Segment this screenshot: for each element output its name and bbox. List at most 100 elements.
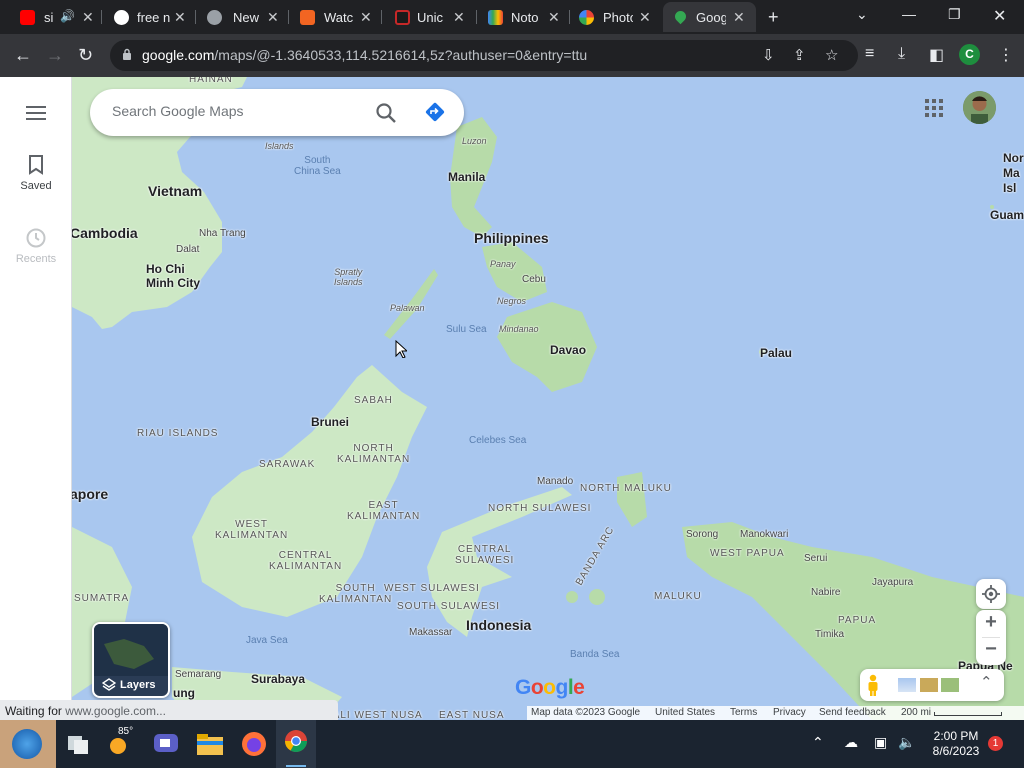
volume-icon[interactable]: 🔈 <box>898 734 915 751</box>
show-hidden-icons-chevron-icon[interactable]: ⌃ <box>812 734 824 751</box>
google-apps-icon[interactable] <box>924 98 944 118</box>
sidebar-item-saved[interactable]: Saved <box>0 155 72 192</box>
url-field[interactable]: google.com/maps/@-1.3640533,114.5216614,… <box>110 40 858 71</box>
task-view-icon[interactable] <box>62 728 94 760</box>
install-icon[interactable]: ⇩ <box>762 46 775 64</box>
file-explorer-icon[interactable] <box>194 728 226 760</box>
zoom-out-button[interactable]: − <box>976 638 1006 661</box>
profile-avatar[interactable]: C <box>959 44 980 65</box>
map-label-brunei[interactable]: Brunei <box>311 415 349 429</box>
firefox-icon[interactable] <box>238 728 270 760</box>
tab-youtube[interactable]: si 🔊 ✕ <box>0 2 100 32</box>
tab-google-maps[interactable]: Goog ✕ <box>663 2 756 32</box>
close-window-icon[interactable]: ✕ <box>993 6 1006 26</box>
map-label-cambodia[interactable]: Cambodia <box>72 225 138 241</box>
notification-badge[interactable]: 1 <box>988 736 1003 751</box>
back-icon[interactable]: ← <box>14 45 32 66</box>
map-label-manado[interactable]: Manado <box>537 476 573 487</box>
account-avatar[interactable] <box>963 91 996 124</box>
map-label-palau[interactable]: Palau <box>760 346 792 360</box>
tab-new[interactable]: New ✕ <box>197 2 287 32</box>
network-icon[interactable]: ▣ <box>874 734 887 751</box>
map-label-philippines[interactable]: Philippines <box>474 230 549 246</box>
expand-chevron-icon[interactable]: ⌃ <box>980 673 993 691</box>
chrome-taskbar-item[interactable] <box>276 720 316 768</box>
tab-photos[interactable]: Photo ✕ <box>571 2 661 32</box>
map-label-northern-mariana-islands[interactable]: Nor Ma Isl <box>1003 151 1024 196</box>
zoom-in-button[interactable]: + <box>976 611 1006 634</box>
hamburger-menu-icon[interactable] <box>26 106 46 120</box>
close-icon[interactable]: ✕ <box>82 9 94 26</box>
map-label-jayapura[interactable]: Jayapura <box>872 577 913 588</box>
map-label-manokwari[interactable]: Manokwari <box>740 529 788 540</box>
kebab-menu-icon[interactable]: ⋮ <box>998 45 1014 65</box>
directions-icon[interactable] <box>424 101 446 123</box>
status-bubble: Waiting for www.google.com... <box>0 700 338 720</box>
onedrive-offline-icon[interactable]: ☁ <box>844 734 858 751</box>
map-label-jung[interactable]: ung <box>173 686 195 700</box>
downloads-icon[interactable]: ⤓ <box>898 45 905 63</box>
map-label-sorong[interactable]: Sorong <box>686 529 718 540</box>
map-label-nha-trang[interactable]: Nha Trang <box>199 228 246 239</box>
thumbnail-terrain[interactable] <box>920 678 938 692</box>
teams-chat-icon[interactable] <box>150 728 182 760</box>
layers-button[interactable]: Layers <box>92 622 170 698</box>
forward-icon[interactable]: → <box>46 45 64 66</box>
close-icon[interactable]: ✕ <box>639 9 651 26</box>
restore-icon[interactable]: ❐ <box>948 6 961 23</box>
map-label-guam[interactable]: Guam <box>990 208 1024 222</box>
bookmark-star-icon[interactable]: ☆ <box>825 46 838 64</box>
search-icon[interactable] <box>374 101 398 125</box>
reload-icon[interactable]: ↻ <box>78 45 93 66</box>
close-icon[interactable]: ✕ <box>733 9 745 26</box>
map-label-ho-chi-minh[interactable]: Ho Chi Minh City <box>146 262 200 290</box>
tab-search-chevron-icon[interactable]: ⌄ <box>856 6 868 23</box>
tab-noto[interactable]: Noto ✕ <box>478 2 568 32</box>
tab-google-search[interactable]: free n ✕ <box>104 2 194 32</box>
sidebar-item-recents[interactable]: Recents <box>0 227 72 265</box>
privacy-link[interactable]: Privacy <box>773 707 806 718</box>
close-icon[interactable]: ✕ <box>548 9 560 26</box>
side-panel-icon[interactable]: ◧ <box>929 45 944 65</box>
map-label-indonesia[interactable]: Indonesia <box>466 617 531 633</box>
map-label-cebu[interactable]: Cebu <box>522 274 546 285</box>
map-label-singapore[interactable]: apore <box>72 486 108 502</box>
weather-widget[interactable]: 85° <box>108 726 140 760</box>
scale-label[interactable]: 200 mi <box>901 707 931 718</box>
thumbnail-traffic[interactable] <box>941 678 959 692</box>
map-label-dalat[interactable]: Dalat <box>176 244 199 255</box>
close-icon[interactable]: ✕ <box>267 9 279 26</box>
map-label-davao[interactable]: Davao <box>550 343 586 357</box>
new-tab-button[interactable]: + <box>768 7 779 28</box>
minimize-icon[interactable]: — <box>902 6 916 22</box>
map-label-makassar[interactable]: Makassar <box>409 627 452 638</box>
system-clock[interactable]: 2:00 PM 8/6/2023 <box>920 729 992 759</box>
map-canvas[interactable]: HAINAN Luzon Islands South China Sea Man… <box>72 77 1024 720</box>
tab-watch[interactable]: Watc ✕ <box>290 2 380 32</box>
map-label-surabaya[interactable]: Surabaya <box>251 672 305 686</box>
close-icon[interactable]: ✕ <box>453 9 465 26</box>
region-link[interactable]: United States <box>655 707 715 718</box>
thumbnail-satellite[interactable] <box>898 678 916 692</box>
pegman-icon[interactable] <box>866 674 880 696</box>
tab-unicode[interactable]: Unic ✕ <box>383 2 475 32</box>
map-label-nabire[interactable]: Nabire <box>811 587 840 598</box>
map-label-serui[interactable]: Serui <box>804 553 827 564</box>
map-label-sabah: SABAH <box>354 395 393 406</box>
speaker-icon[interactable]: 🔊 <box>60 9 75 23</box>
terms-link[interactable]: Terms <box>730 707 757 718</box>
send-feedback-link[interactable]: Send feedback <box>819 707 886 718</box>
map-label-vietnam[interactable]: Vietnam <box>148 183 202 199</box>
map-label-timika[interactable]: Timika <box>815 629 844 640</box>
share-icon[interactable]: ⇪ <box>793 46 806 64</box>
lock-icon[interactable] <box>122 48 132 61</box>
close-icon[interactable]: ✕ <box>174 9 186 26</box>
map-label-semarang[interactable]: Semarang <box>175 669 221 680</box>
photos-icon <box>579 10 594 25</box>
map-label-manila[interactable]: Manila <box>448 170 485 184</box>
search-input[interactable] <box>112 103 362 119</box>
start-button[interactable] <box>0 720 56 768</box>
media-queue-icon[interactable]: ≡ <box>865 45 874 63</box>
my-location-button[interactable] <box>976 579 1006 609</box>
close-icon[interactable]: ✕ <box>360 9 372 26</box>
